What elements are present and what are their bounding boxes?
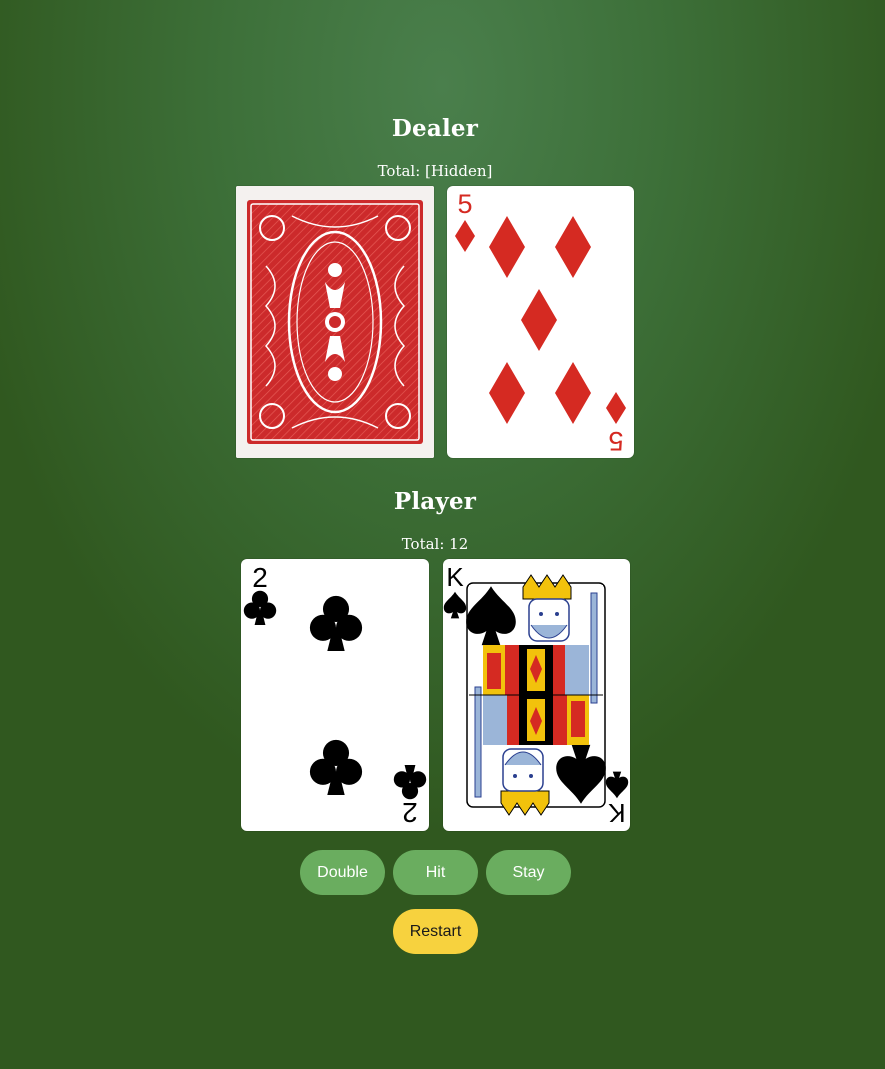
club-pip [309, 595, 363, 651]
dealer-heading: Dealer [391, 115, 479, 142]
spade-pip [605, 771, 629, 799]
card-rank-corner: K [446, 562, 464, 592]
diamond-pip [489, 362, 525, 424]
stay-button[interactable]: Stay [486, 850, 571, 895]
five-of-diamonds-face: 5 5 [455, 189, 626, 456]
player-card-2-clubs: 2 2 [241, 559, 429, 831]
club-pip [309, 739, 363, 795]
diamond-pip [555, 216, 591, 278]
club-pip [243, 590, 277, 625]
hit-button[interactable]: Hit [393, 850, 478, 895]
card-rank-corner-inverted: 2 [402, 797, 418, 828]
double-button[interactable]: Double [300, 850, 385, 895]
diamond-pip [521, 289, 557, 351]
card-rank-corner-inverted: 5 [608, 426, 623, 456]
restart-button[interactable]: Restart [393, 909, 478, 954]
diamond-pip [455, 220, 475, 252]
dealer-card-hidden [236, 186, 434, 458]
card-rank-corner-inverted: K [608, 798, 626, 828]
player-heading: Player [393, 488, 477, 515]
card-rank-corner: 2 [252, 562, 268, 593]
diamond-pip [606, 392, 626, 424]
king-of-spades-face: K K [443, 562, 629, 828]
club-pip [393, 765, 427, 800]
diamond-pip [555, 362, 591, 424]
card-back-pattern [236, 186, 434, 458]
dealer-card-5-diamonds: 5 5 [447, 186, 634, 458]
card-rank-corner: 5 [457, 189, 472, 219]
diamond-pip [489, 216, 525, 278]
player-total: Total: 12 [401, 535, 469, 553]
dealer-total: Total: [Hidden] [377, 162, 493, 180]
player-card-k-spades: K K [443, 559, 630, 831]
spade-pip [443, 591, 467, 619]
two-of-clubs-face: 2 2 [243, 562, 427, 828]
blackjack-table: Dealer Total: [Hidden] 5 5 Player Total:… [0, 0, 885, 1069]
